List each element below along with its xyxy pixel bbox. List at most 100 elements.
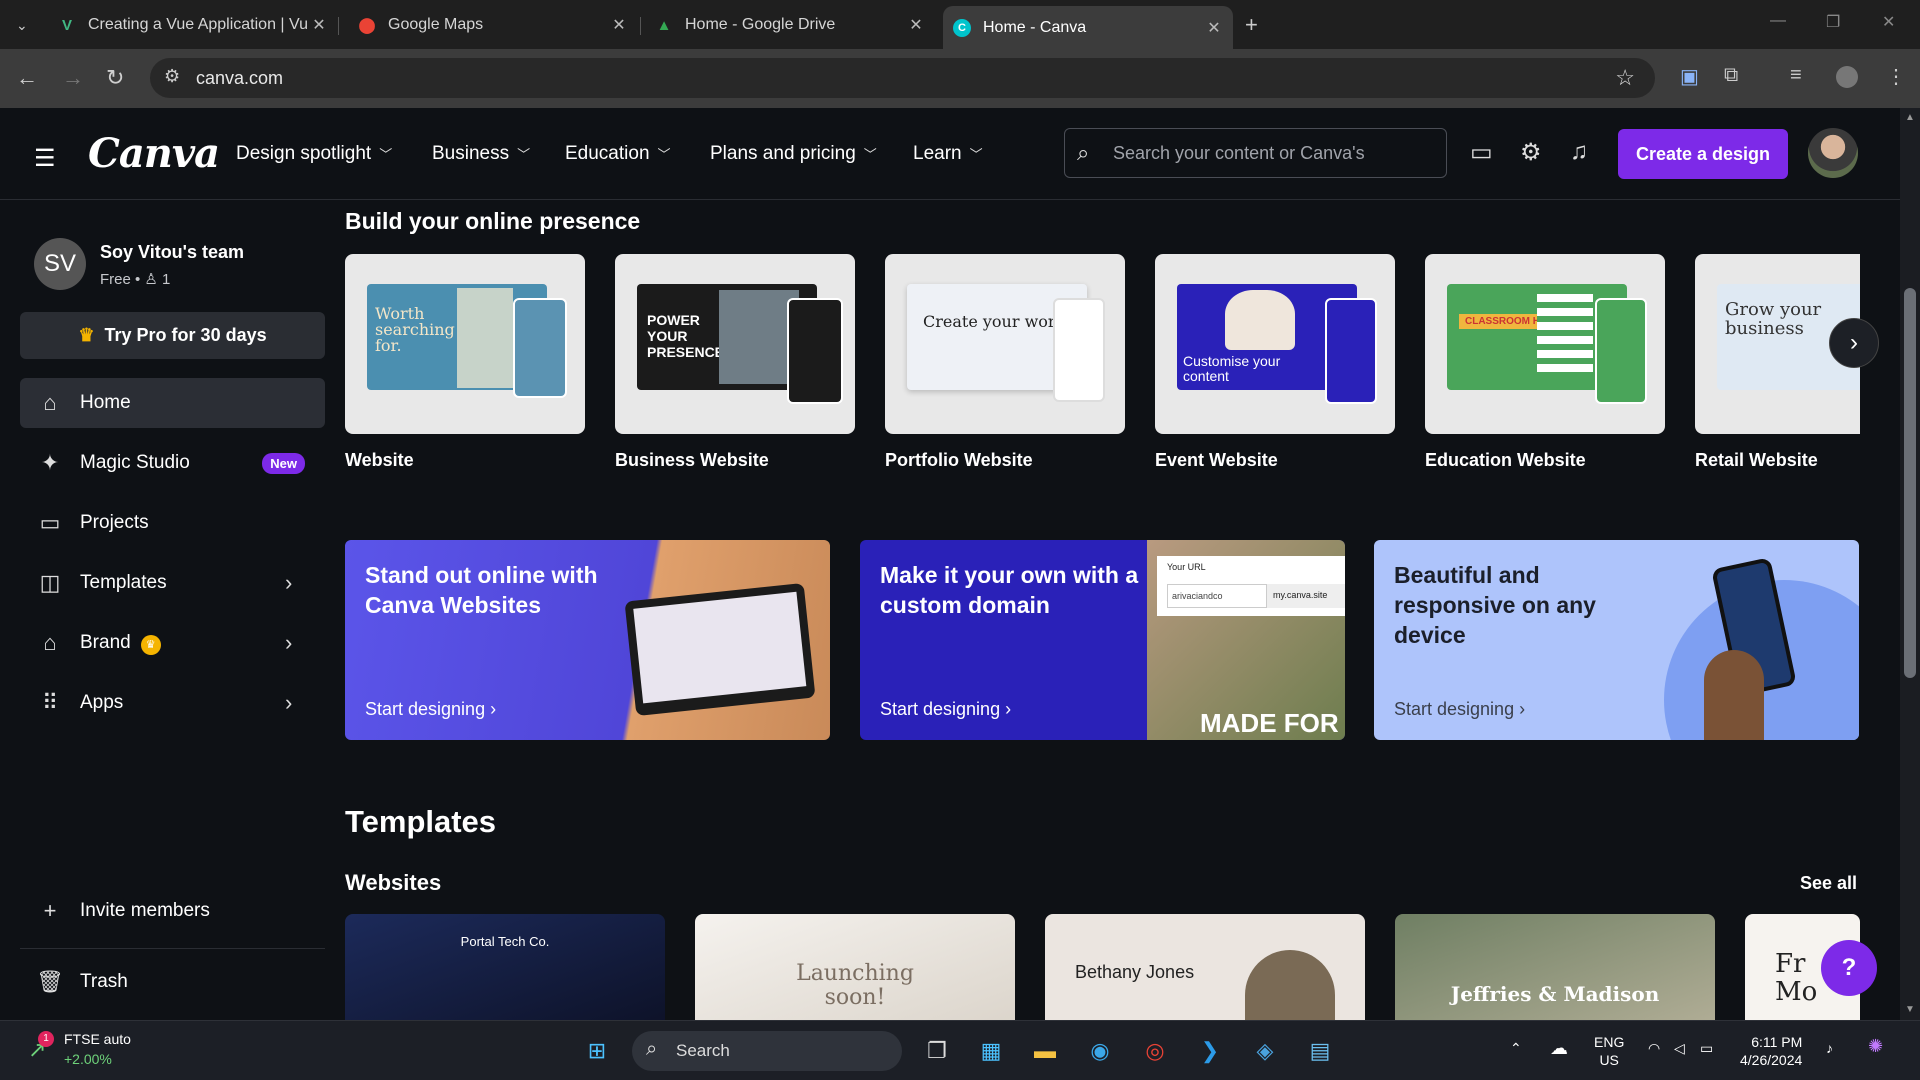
template-card[interactable]: Portal Tech Co. [345,914,665,1020]
media-control-icon[interactable]: ≡ [1790,64,1802,87]
extensions-puzzle-icon[interactable]: ⧉ [1724,64,1738,87]
menu-plans-pricing[interactable]: Plans and pricing ﹀ [710,143,877,165]
event-website-card[interactable]: Customise your content Event Website [1155,254,1395,471]
notepad-icon[interactable]: ▤ [1305,1036,1335,1066]
site-info-icon[interactable]: ⚙ [164,66,180,87]
taskbar-search[interactable]: ⌕ Search [632,1031,902,1071]
sidebar-item-templates[interactable]: ◫ Templates › [20,558,325,608]
browser-menu-icon[interactable]: ⋮ [1886,64,1906,89]
made-for-text: MADE FOR [1200,708,1339,738]
restore-icon[interactable]: ❐ [1826,12,1840,32]
sidebar-item-projects[interactable]: ▭ Projects [20,498,325,548]
try-pro-button[interactable]: ♛ Try Pro for 30 days [20,312,325,359]
copilot-icon[interactable]: ✺ [1868,1037,1883,1055]
hand-image [1704,650,1764,740]
retail-website-card[interactable]: Grow your business Retail Website [1695,254,1860,471]
chevron-right-icon[interactable]: › [285,630,325,656]
volume-icon[interactable]: ◁ [1674,1039,1685,1057]
promo-card-websites[interactable]: Stand out online with Canva Websites Sta… [345,540,830,740]
carousel-next-button[interactable]: › [1829,318,1879,368]
close-icon[interactable]: ✕ [308,15,330,35]
see-all-link[interactable]: See all [1800,873,1857,894]
bookmark-star-icon[interactable]: ☆ [1615,65,1635,91]
canva-logo[interactable]: Canva [88,130,220,177]
start-designing-link[interactable]: Start designing › [1394,699,1525,720]
reload-icon[interactable]: ↻ [106,65,124,91]
website-card[interactable]: Worth searching for. Website [345,254,585,471]
close-icon[interactable]: ✕ [1203,18,1225,38]
file-explorer-icon[interactable]: ▬ [1030,1036,1060,1066]
settings-gear-icon[interactable]: ⚙ [1520,138,1542,167]
sidebar-item-magic-studio[interactable]: ✦ Magic Studio New [20,438,325,488]
python-icon[interactable]: ◈ [1250,1036,1280,1066]
sidebar-item-apps[interactable]: ⠿ Apps › [20,678,325,728]
start-designing-link[interactable]: Start designing › [880,699,1011,720]
tab-canva[interactable]: C Home - Canva ✕ [943,6,1233,49]
address-bar[interactable]: ⚙ canva.com ☆ [150,58,1655,98]
education-website-card[interactable]: CLASSROOM HUB Education Website [1425,254,1665,471]
help-button[interactable]: ? [1821,940,1877,996]
tab-search-dropdown[interactable]: ⌄ [16,8,46,42]
chrome-icon[interactable]: ◎ [1140,1036,1170,1066]
sidebar-item-home[interactable]: ⌂ Home [20,378,325,428]
tab-vue[interactable]: V Creating a Vue Application | Vu ✕ [58,8,330,42]
language-indicator[interactable]: ENG US [1594,1033,1624,1069]
search-input[interactable] [1113,139,1433,167]
chevron-right-icon[interactable]: › [285,690,325,716]
menu-design-spotlight[interactable]: Design spotlight ﹀ [236,143,392,165]
task-view-icon[interactable]: ❐ [922,1036,952,1066]
close-icon[interactable]: ✕ [905,15,927,35]
profile-avatar-icon[interactable] [1836,66,1858,88]
back-icon[interactable]: ← [16,65,38,91]
user-avatar[interactable] [1808,128,1858,178]
team-name[interactable]: Soy Vitou's team [100,242,244,263]
url-text: canva.com [196,68,284,88]
onedrive-icon[interactable]: ☁ [1550,1039,1568,1057]
menu-learn[interactable]: Learn ﹀ [913,143,983,165]
sidebar: SV Soy Vitou's team Free • ♙ 1 ♛ Try Pro … [0,200,340,1020]
create-design-button[interactable]: Create a design [1618,129,1788,179]
invite-members-button[interactable]: + Invite members [20,886,325,936]
card-thumbnail: Create your world [885,254,1125,434]
forward-icon[interactable]: → [62,65,84,91]
tray-overflow-icon[interactable]: ⌃ [1510,1039,1522,1057]
hamburger-menu-icon[interactable]: ☰ [34,144,56,173]
desktop-app-icon[interactable]: ▭ [1470,138,1493,167]
close-icon[interactable]: ✕ [608,15,630,35]
page-scrollbar[interactable]: ▲ ▼ [1900,108,1920,1020]
wifi-icon[interactable]: ◠ [1648,1039,1660,1057]
trash-icon: 🗑 [36,969,64,994]
menu-education[interactable]: Education ﹀ [565,143,671,165]
promo-card-custom-domain[interactable]: Your URL arivaciandco my.canva.site MADE… [860,540,1345,740]
tab-google-drive[interactable]: ▲ Home - Google Drive ✕ [655,8,927,42]
template-card[interactable]: Launching soon! [695,914,1015,1020]
sidebar-item-brand[interactable]: ⌂ Brand ♛ › [20,618,325,668]
business-website-card[interactable]: POWER YOUR PRESENCE Business Website [615,254,855,471]
store-icon[interactable]: ▦ [976,1036,1006,1066]
menu-business[interactable]: Business ﹀ [432,143,530,165]
notification-bell-icon[interactable]: ♪ [1826,1039,1833,1057]
chevron-right-icon[interactable]: › [285,570,325,596]
chevron-right-icon: › [490,699,497,719]
windows-start-icon[interactable]: ⊞ [582,1036,612,1066]
minimize-icon[interactable]: — [1770,12,1786,30]
edge-icon[interactable]: ◉ [1085,1036,1115,1066]
scrollbar-thumb[interactable] [1904,288,1916,678]
promo-card-responsive[interactable]: Beautiful and responsive on any device S… [1374,540,1859,740]
templates-heading: Templates [345,804,497,839]
notifications-bell-icon[interactable]: ♫ [1570,138,1588,166]
sidebar-item-trash[interactable]: 🗑 Trash [20,957,325,1007]
tab-google-maps[interactable]: ⬤ Google Maps ✕ [358,8,630,42]
search-box[interactable]: ⌕ [1064,128,1447,178]
window-close-icon[interactable]: ✕ [1882,12,1895,32]
clock[interactable]: 6:11 PM 4/26/2024 [1740,1033,1802,1069]
portfolio-website-card[interactable]: Create your world Portfolio Website [885,254,1125,471]
translate-extension-icon[interactable]: ▣ [1680,64,1699,89]
start-designing-link[interactable]: Start designing › [365,699,496,720]
template-card[interactable]: Jeffries & Madison [1395,914,1715,1020]
battery-icon[interactable]: ▭ [1700,1039,1713,1057]
team-avatar[interactable]: SV [34,238,86,290]
template-card[interactable]: Bethany Jones [1045,914,1365,1020]
vscode-icon[interactable]: ❯ [1195,1036,1225,1066]
new-tab-button[interactable]: + [1245,8,1269,42]
